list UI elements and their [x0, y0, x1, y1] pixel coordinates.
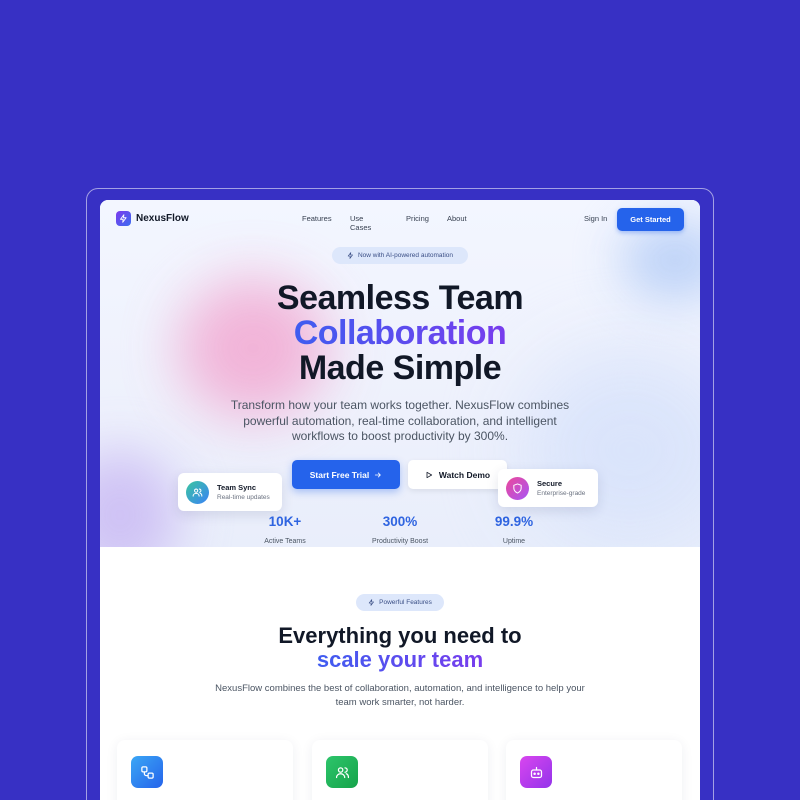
stat-value: 300% [382, 514, 418, 529]
stat-uptime: 99.9% Uptime [454, 514, 574, 545]
stat-label: Active Teams [264, 538, 306, 545]
stat-active-teams: 10K+ Active Teams [225, 514, 345, 545]
features-subtitle: NexusFlow combines the best of collabora… [215, 683, 585, 708]
nav-link-pricing[interactable]: Pricing [406, 214, 429, 223]
play-icon [426, 471, 432, 478]
stat-label: Uptime [502, 538, 526, 545]
landing-page: NexusFlow Features Use Cases Pricing Abo… [100, 200, 700, 800]
start-free-trial-button[interactable]: Start Free Trial [292, 460, 400, 489]
hero-title-line2: Collaboration [280, 314, 520, 353]
arrow-right-icon [375, 472, 382, 477]
team-sync-title: Team Sync [217, 483, 257, 492]
nav-link-use-cases[interactable]: Use Cases [350, 214, 371, 232]
sign-in-link[interactable]: Sign In [584, 214, 607, 223]
workflow-icon [131, 756, 163, 788]
feature-card-ai[interactable] [506, 740, 682, 800]
features-badge-label: Powerful Features [379, 599, 432, 606]
feature-card-workflow[interactable] [117, 740, 293, 800]
bolt-icon [116, 211, 131, 226]
shield-icon [506, 476, 529, 500]
brand-name: NexusFlow [136, 213, 189, 224]
watch-demo-label: Watch Demo [438, 469, 491, 480]
stat-value: 10K+ [268, 514, 302, 529]
secure-card: Secure Enterprise-grade [498, 469, 598, 507]
team-sync-card: Team Sync Real-time updates [178, 473, 282, 511]
users-icon [326, 756, 358, 788]
start-free-trial-label: Start Free Trial [309, 469, 370, 480]
features-title-line1: Everything you need to [278, 623, 522, 648]
hero-title-line1: Seamless Team [276, 279, 524, 317]
brand-logo[interactable]: NexusFlow [116, 211, 189, 226]
features-badge: Powerful Features [356, 594, 444, 611]
nav-link-features[interactable]: Features [302, 214, 332, 223]
secure-title: Secure [537, 479, 563, 488]
nav-link-about[interactable]: About [447, 214, 467, 223]
stat-value: 99.9% [494, 514, 534, 529]
features-title-line2: scale your team [305, 647, 495, 673]
hero-title-line3: Made Simple [298, 349, 502, 387]
bot-icon [520, 756, 552, 788]
team-sync-subtitle: Real-time updates [217, 494, 270, 501]
ai-badge-label: Now with AI-powered automation [357, 252, 454, 259]
hero-subtitle: Transform how your team works together. … [230, 398, 570, 443]
stat-productivity: 300% Productivity Boost [340, 514, 460, 545]
users-icon [186, 480, 209, 504]
secure-subtitle: Enterprise-grade [537, 490, 586, 497]
get-started-button[interactable]: Get Started [617, 208, 684, 231]
hero-section: NexusFlow Features Use Cases Pricing Abo… [100, 200, 700, 547]
ai-badge: Now with AI-powered automation [332, 247, 468, 264]
bolt-icon [368, 599, 375, 606]
feature-card-team[interactable] [312, 740, 488, 800]
stat-label: Productivity Boost [371, 538, 429, 545]
decorative-blob [100, 450, 180, 547]
bolt-icon [347, 252, 353, 259]
watch-demo-button[interactable]: Watch Demo [408, 460, 507, 489]
top-nav: NexusFlow Features Use Cases Pricing Abo… [100, 200, 700, 240]
